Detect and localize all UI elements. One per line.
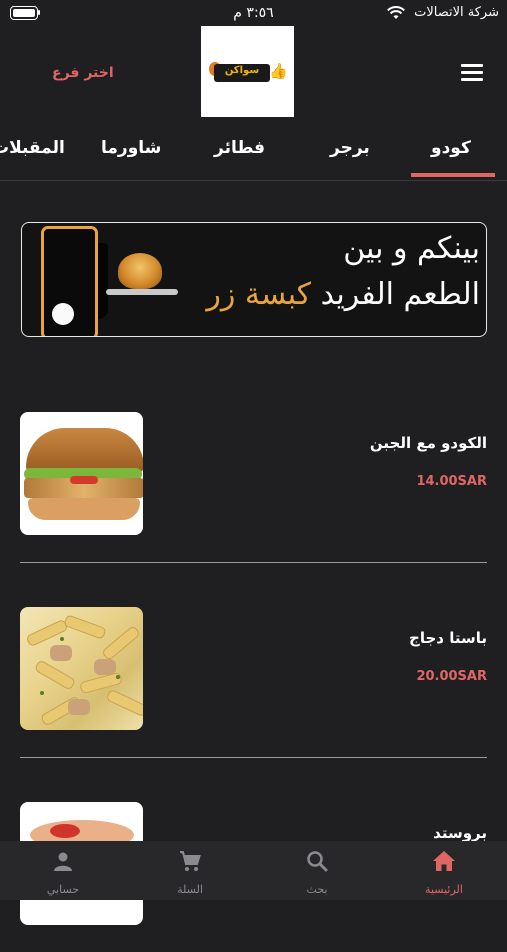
tab-shawarma[interactable]: شاورما — [101, 138, 161, 158]
banner-brand-text: كبسة زر — [206, 277, 312, 312]
logo-badge: سواكن — [214, 64, 270, 82]
product-image[interactable] — [20, 412, 143, 535]
banner-line2: الطعم الفريد كبسة زر — [206, 277, 480, 312]
logo-text: سواكن — [224, 65, 260, 76]
hamburger-menu-icon[interactable] — [461, 64, 485, 82]
cart-icon — [180, 851, 201, 871]
food-illustration — [118, 253, 162, 289]
nav-cart[interactable]: السلة — [127, 841, 253, 900]
brand-logo: سواكن 👍 — [201, 26, 294, 117]
thumbs-up-icon: 👍 — [269, 62, 288, 80]
nav-search-label: بحث — [306, 883, 328, 896]
nav-search[interactable]: بحث — [254, 841, 380, 900]
nav-account-label: حسابي — [46, 883, 80, 896]
product-name: باستا دجاج — [409, 629, 487, 647]
select-branch-button[interactable]: اختر فرع — [52, 65, 114, 81]
product-name: بروستد — [433, 824, 487, 842]
nav-account[interactable]: حسابي — [0, 841, 126, 900]
product-name: الكودو مع الجبن — [369, 434, 487, 452]
banner-line2-text: الطعم الفريد — [320, 277, 480, 312]
product-card[interactable]: باستا دجاج 20.00SAR — [20, 607, 487, 758]
search-icon — [307, 851, 328, 872]
product-card[interactable]: الكودو مع الجبن 14.00SAR — [20, 412, 487, 563]
product-image[interactable] — [20, 607, 143, 730]
tab-burger[interactable]: برجر — [330, 138, 370, 158]
product-price: 20.00SAR — [416, 669, 487, 684]
tab-appetizers[interactable]: المقبلات — [0, 138, 65, 158]
product-price: 14.00SAR — [416, 474, 487, 489]
category-tabs: كودو برجر فطائر شاورما المقبلات — [0, 132, 507, 181]
status-bar: ٣:٥٦ م شركة الاتصالات — [0, 0, 507, 28]
home-icon — [433, 851, 455, 871]
app-header: اختر فرع سواكن 👍 — [0, 25, 507, 120]
promo-banner[interactable]: بينكم و بين الطعم الفريد كبسة زر — [21, 222, 487, 337]
wifi-icon — [387, 6, 405, 19]
tab-pies[interactable]: فطائر — [214, 138, 265, 158]
nav-cart-label: السلة — [177, 883, 203, 896]
bottom-nav: حسابي السلة بحث الرئيسية — [0, 841, 507, 900]
banner-line1: بينكم و بين — [343, 231, 480, 266]
glove-illustration — [52, 303, 74, 325]
tab-kudu[interactable]: كودو — [431, 138, 471, 158]
active-tab-indicator — [411, 173, 495, 177]
tray-illustration — [106, 289, 178, 295]
carrier-name: شركة الاتصالات — [414, 5, 499, 20]
nav-home-label: الرئيسية — [425, 883, 463, 896]
nav-home[interactable]: الرئيسية — [381, 841, 507, 900]
person-icon — [54, 852, 72, 871]
